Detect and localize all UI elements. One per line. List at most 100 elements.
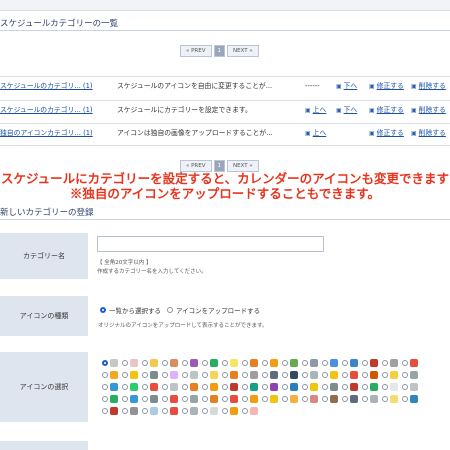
icon-option-radio[interactable]	[182, 372, 188, 378]
icon-option-radio[interactable]	[342, 396, 348, 402]
icon-option-radio[interactable]	[222, 396, 228, 402]
icon-option[interactable]	[342, 359, 358, 367]
icon-option-radio[interactable]	[322, 384, 328, 390]
icon-option[interactable]	[122, 371, 138, 379]
icon-option[interactable]	[182, 371, 198, 379]
icon-option-radio[interactable]	[402, 372, 408, 378]
icon-option-radio[interactable]	[202, 372, 208, 378]
pager-prev-button[interactable]: « PREV	[180, 45, 212, 57]
icon-option[interactable]	[202, 395, 218, 403]
icon-option-radio[interactable]	[142, 372, 148, 378]
icon-option[interactable]	[122, 359, 138, 367]
icon-option[interactable]	[382, 383, 398, 391]
icon-option[interactable]	[182, 383, 198, 391]
icon-option-radio[interactable]	[402, 384, 408, 390]
icon-option-radio[interactable]	[262, 384, 268, 390]
icon-option[interactable]	[322, 359, 338, 367]
icon-option[interactable]	[142, 359, 158, 367]
icon-option[interactable]	[302, 383, 318, 391]
icon-option-radio[interactable]	[162, 372, 168, 378]
icon-option[interactable]	[102, 395, 118, 403]
pager-next-button[interactable]: NEXT »	[227, 45, 259, 57]
icon-option[interactable]	[342, 395, 358, 403]
icon-option-radio[interactable]	[242, 396, 248, 402]
icon-option-radio[interactable]	[282, 360, 288, 366]
icon-option-radio[interactable]	[262, 372, 268, 378]
icon-option-radio[interactable]	[322, 360, 328, 366]
icon-option[interactable]	[242, 383, 258, 391]
icon-option-radio[interactable]	[162, 360, 168, 366]
icon-option-radio[interactable]	[182, 408, 188, 414]
icon-option[interactable]	[202, 407, 218, 415]
icon-option[interactable]	[222, 407, 238, 415]
icon-option[interactable]	[302, 359, 318, 367]
icon-option[interactable]	[282, 383, 298, 391]
icon-option-radio[interactable]	[402, 396, 408, 402]
icon-option[interactable]	[382, 371, 398, 379]
icon-option-radio[interactable]	[282, 384, 288, 390]
edit-link[interactable]: 修正する	[369, 101, 404, 120]
icon-option-radio[interactable]	[182, 360, 188, 366]
icon-option-radio[interactable]	[342, 372, 348, 378]
icon-option-radio[interactable]	[242, 360, 248, 366]
delete-link[interactable]: 削除する	[411, 77, 446, 96]
icon-option[interactable]	[242, 359, 258, 367]
category-name-input[interactable]	[97, 236, 324, 252]
icon-option[interactable]	[282, 371, 298, 379]
icon-option-radio[interactable]	[382, 372, 388, 378]
icon-option[interactable]	[302, 395, 318, 403]
category-name-link[interactable]: スケジュールのカテゴリ... (1)	[0, 101, 93, 119]
pager-current-page[interactable]: 1	[213, 45, 225, 57]
icon-option-radio[interactable]	[142, 360, 148, 366]
icon-option[interactable]	[362, 359, 378, 367]
icon-option[interactable]	[142, 407, 158, 415]
icon-option[interactable]	[162, 371, 178, 379]
icon-option-radio[interactable]	[362, 360, 368, 366]
icon-option-radio[interactable]	[242, 372, 248, 378]
icon-type-list-radio[interactable]	[100, 307, 106, 313]
icon-option-radio[interactable]	[182, 384, 188, 390]
icon-option[interactable]	[322, 395, 338, 403]
delete-link[interactable]: 削除する	[411, 101, 446, 120]
icon-option[interactable]	[382, 395, 398, 403]
icon-option[interactable]	[242, 407, 258, 415]
icon-option[interactable]	[142, 395, 158, 403]
icon-option[interactable]	[362, 395, 378, 403]
icon-option[interactable]	[262, 395, 278, 403]
icon-option-radio[interactable]	[322, 396, 328, 402]
icon-option-radio[interactable]	[102, 360, 108, 366]
icon-option[interactable]	[282, 359, 298, 367]
icon-option-radio[interactable]	[262, 360, 268, 366]
icon-option-radio[interactable]	[302, 372, 308, 378]
icon-option-radio[interactable]	[142, 396, 148, 402]
icon-option[interactable]	[402, 395, 418, 403]
icon-option[interactable]	[102, 407, 118, 415]
icon-option-radio[interactable]	[382, 360, 388, 366]
icon-option-radio[interactable]	[222, 408, 228, 414]
icon-option-radio[interactable]	[102, 408, 108, 414]
icon-option[interactable]	[242, 395, 258, 403]
icon-option-radio[interactable]	[162, 396, 168, 402]
icon-option-radio[interactable]	[222, 384, 228, 390]
icon-option[interactable]	[122, 395, 138, 403]
icon-option[interactable]	[222, 359, 238, 367]
icon-option[interactable]	[182, 407, 198, 415]
icon-option-radio[interactable]	[302, 384, 308, 390]
icon-option-radio[interactable]	[302, 360, 308, 366]
icon-option[interactable]	[162, 395, 178, 403]
icon-option[interactable]	[302, 371, 318, 379]
icon-option-radio[interactable]	[342, 360, 348, 366]
icon-option-radio[interactable]	[162, 384, 168, 390]
icon-option-radio[interactable]	[122, 384, 128, 390]
icon-option-radio[interactable]	[282, 396, 288, 402]
icon-option[interactable]	[142, 383, 158, 391]
icon-option[interactable]	[202, 359, 218, 367]
delete-link[interactable]: 削除する	[411, 124, 446, 143]
icon-option[interactable]	[322, 371, 338, 379]
icon-option-radio[interactable]	[222, 360, 228, 366]
icon-option[interactable]	[222, 383, 238, 391]
icon-option-radio[interactable]	[202, 396, 208, 402]
icon-option[interactable]	[162, 407, 178, 415]
icon-option-radio[interactable]	[182, 396, 188, 402]
icon-option[interactable]	[222, 371, 238, 379]
